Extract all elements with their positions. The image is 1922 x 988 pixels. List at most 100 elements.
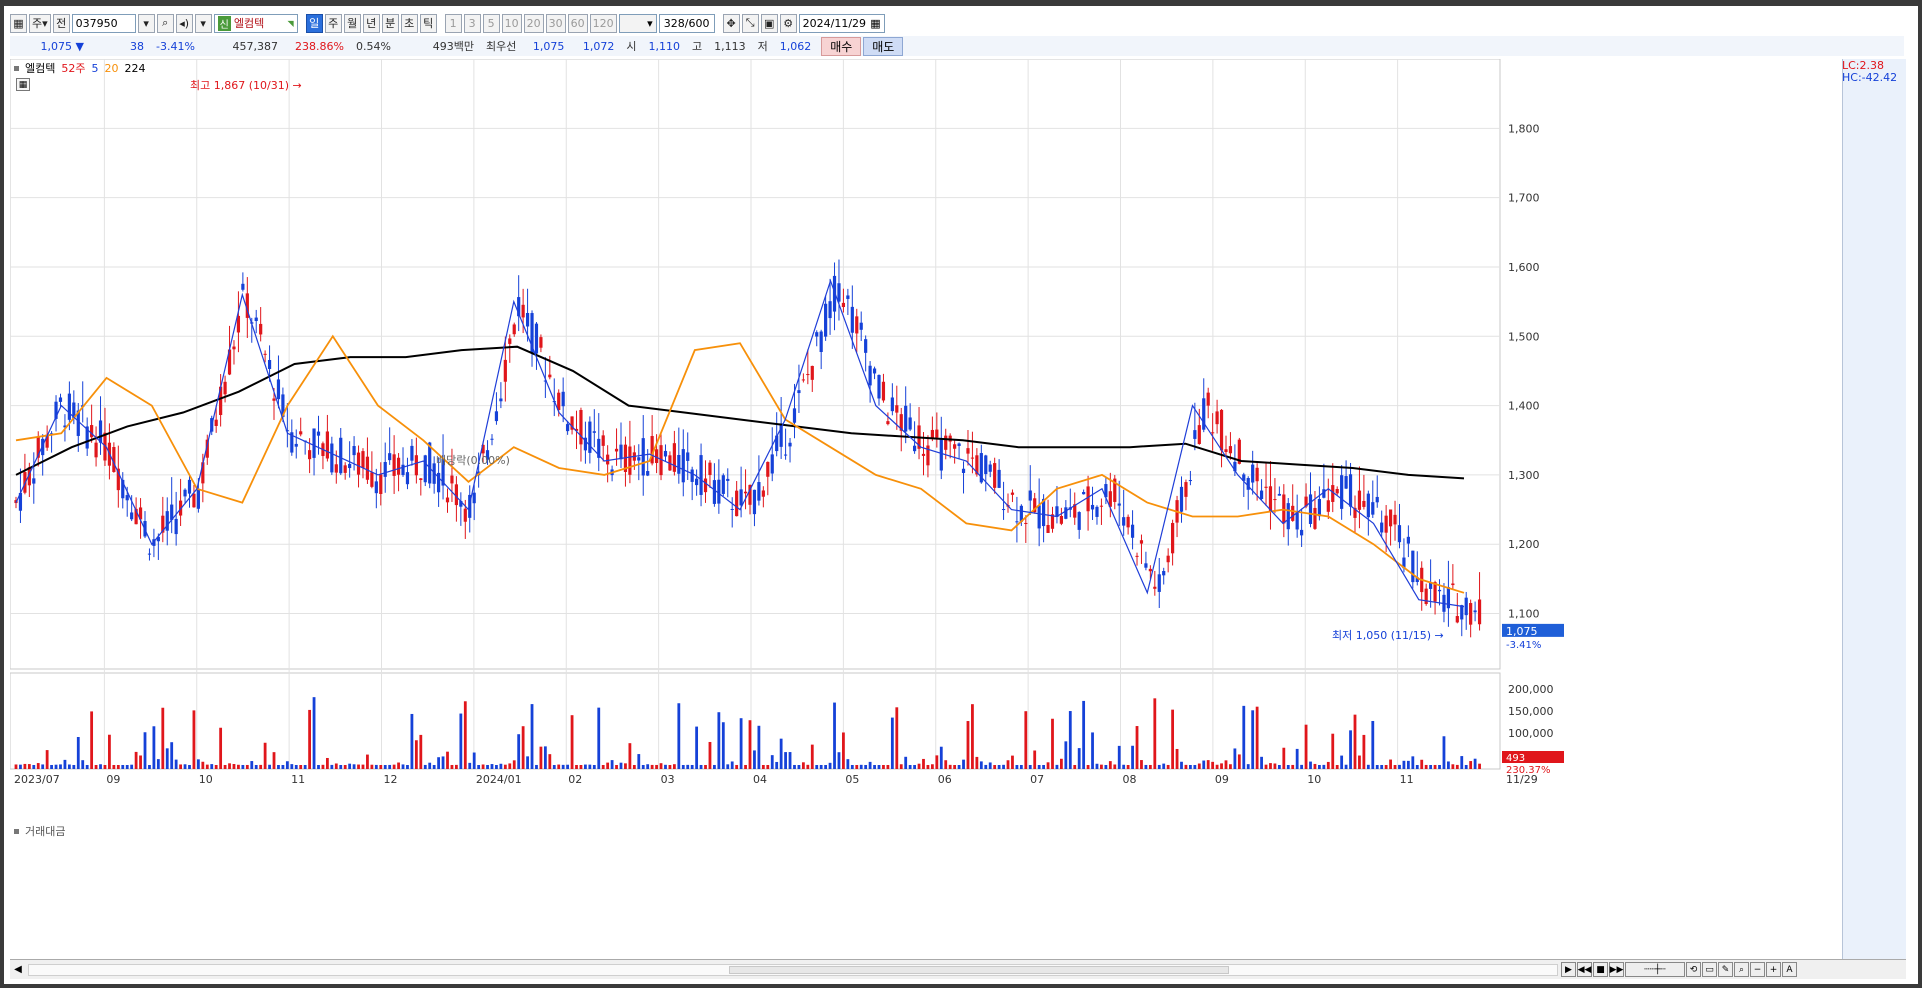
candle-body (984, 455, 988, 475)
candle-body (1037, 505, 1041, 529)
volume-bar (770, 755, 774, 769)
scroll-track[interactable] (28, 963, 1558, 976)
fast-forward-icon[interactable]: ▶▶ (1609, 962, 1624, 977)
volume-bar (1309, 761, 1312, 769)
reset-icon[interactable]: ⟲ (1686, 962, 1701, 977)
candle-body (267, 359, 272, 369)
prev-button[interactable]: 전 (52, 13, 70, 33)
volume-bar (170, 742, 174, 769)
volume-bar (196, 759, 200, 769)
speaker-dropdown-icon[interactable]: ▾ (194, 13, 212, 33)
speaker-icon[interactable]: ◂) (175, 13, 193, 33)
volume-bar (1015, 764, 1019, 769)
zoom-out-icon[interactable]: − (1750, 962, 1765, 977)
zoom-tool-icon[interactable]: ⌕ (1734, 962, 1749, 977)
text-tool-icon[interactable]: A (1782, 962, 1797, 977)
volume-bar (1059, 758, 1063, 769)
volume-handle-icon[interactable] (14, 828, 19, 834)
period-second-button[interactable]: 초 (400, 13, 418, 33)
period-month-button[interactable]: 월 (343, 13, 361, 33)
period-year-button[interactable]: 년 (362, 13, 380, 33)
candle-body (1206, 392, 1210, 406)
candle-body (895, 405, 899, 413)
interval-button-20[interactable]: 20 (523, 13, 544, 33)
volume-bar (557, 764, 561, 769)
draw-tool-icon[interactable]: ✎ (1718, 962, 1733, 977)
candle-body (1437, 589, 1442, 592)
rewind-icon[interactable]: ◀◀ (1577, 962, 1592, 977)
volume-bar (1006, 760, 1010, 769)
settings-icon[interactable]: ⚙ (779, 13, 797, 33)
candle-body (1224, 449, 1228, 452)
volume-bar (90, 711, 94, 769)
candle-body (726, 478, 730, 481)
interval-select[interactable]: ▾ (618, 13, 657, 33)
candle-body (1077, 512, 1081, 530)
interval-button-5[interactable]: 5 (482, 13, 500, 33)
interval-button-120[interactable]: 120 (589, 13, 617, 33)
fit-icon[interactable]: ▭ (1702, 962, 1717, 977)
candle-body (606, 454, 610, 465)
scroll-thumb[interactable] (729, 965, 1229, 974)
layout-icon[interactable]: ▦ (10, 13, 27, 33)
candle-body (1464, 597, 1468, 616)
search-icon[interactable]: ⌕ (156, 13, 174, 33)
period-dropdown[interactable]: 주 ▾ (29, 13, 51, 33)
price-chart[interactable]: 1,800 1,700 1,600 1,500 1,400 1,300 1,200 1,100… (10, 59, 1906, 959)
buy-button[interactable]: 매수 (821, 36, 862, 56)
volume-bar (1286, 765, 1290, 769)
stock-code-input[interactable]: 037950 (71, 13, 136, 33)
candle-body (735, 490, 739, 517)
volume-bar (922, 758, 925, 769)
zoom-in-icon[interactable]: + (1766, 962, 1781, 977)
candle-body (259, 323, 263, 335)
scroll-right-icon[interactable]: ▶ (1561, 962, 1576, 977)
count-field[interactable]: 328/600 (658, 13, 715, 33)
interval-button-3[interactable]: 3 (463, 13, 481, 33)
volume-bar (543, 746, 547, 769)
period-day-button[interactable]: 일 (305, 13, 323, 33)
stop-icon[interactable]: ■ (1593, 962, 1608, 977)
x-tick-label: 08 (1123, 773, 1137, 786)
calendar-icon[interactable]: ▦ (870, 17, 880, 30)
volume-bar (677, 703, 681, 769)
candle-body (1348, 474, 1353, 507)
volume-bar (339, 764, 343, 769)
period-week-button[interactable]: 주 (324, 13, 342, 33)
volume-bar (1371, 720, 1375, 769)
volume-bar (272, 752, 276, 769)
candle-body (1135, 555, 1139, 557)
volume-bar (517, 734, 521, 769)
scroll-left-icon[interactable]: ◀ (10, 962, 26, 978)
interval-button-60[interactable]: 60 (567, 13, 588, 33)
period-tick-button[interactable]: 틱 (419, 13, 437, 33)
volume-bar (664, 764, 667, 769)
volume-bar (788, 752, 792, 769)
volume-bar (566, 764, 570, 769)
volume-bar (766, 765, 770, 769)
legend-handle-icon[interactable] (14, 65, 19, 71)
sell-button[interactable]: 매도 (863, 36, 904, 56)
period-minute-button[interactable]: 분 (381, 13, 399, 33)
candle-body (1264, 486, 1268, 488)
volume-bar (205, 764, 209, 769)
volume-bar (1358, 755, 1361, 769)
stock-code-dropdown-icon[interactable]: ▾ (137, 13, 155, 33)
candle-body (1059, 515, 1063, 524)
date-input[interactable]: 2024/11/29 ▦ (798, 13, 885, 33)
trend-tool-icon[interactable]: ⤡ (741, 13, 759, 33)
chart-grid-icon[interactable]: ▦ (16, 78, 30, 91)
volume-bar (50, 764, 53, 769)
price-tick-label: 1,200 (1508, 538, 1540, 551)
interval-button-1[interactable]: 1 (444, 13, 462, 33)
interval-button-10[interactable]: 10 (501, 13, 522, 33)
interval-button-30[interactable]: 30 (545, 13, 566, 33)
candle-body (312, 428, 316, 458)
volume-bar (201, 761, 205, 769)
save-icon[interactable]: ▣ (760, 13, 778, 33)
speed-slider[interactable]: ┄┄┼┄ (1625, 962, 1685, 977)
crosshair-icon[interactable]: ✥ (722, 13, 740, 33)
best-quote-label: 최우선 (486, 40, 517, 53)
stock-name-field[interactable]: 신 엘컴텍 ◥ (213, 13, 298, 33)
volume-bar (1246, 764, 1250, 769)
